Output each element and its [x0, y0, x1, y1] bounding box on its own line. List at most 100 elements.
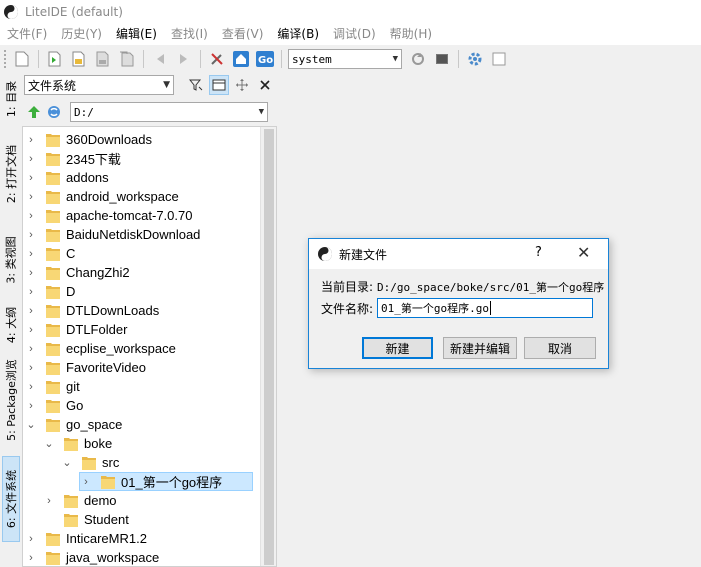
new-and-edit-button[interactable]: 新建并编辑: [443, 337, 517, 359]
open-file-icon[interactable]: [45, 49, 65, 69]
tree-row-label: android_workspace: [66, 189, 179, 204]
scrollbar-thumb[interactable]: [264, 129, 274, 565]
tree-row-label: 2345下载: [66, 152, 121, 167]
tree-scrollbar[interactable]: [260, 127, 276, 566]
save-icon[interactable]: [93, 49, 113, 69]
chevron-right-icon[interactable]: ›: [25, 134, 37, 146]
close-panel-icon[interactable]: [255, 75, 275, 95]
chevron-right-icon[interactable]: ›: [25, 267, 37, 279]
tree-row[interactable]: › demo: [43, 491, 117, 510]
new-file-icon[interactable]: [12, 49, 32, 69]
tree-row[interactable]: ⌄ go_space: [25, 415, 122, 434]
blank-checkbox-icon[interactable]: [489, 49, 509, 69]
tree-row[interactable]: › DTLFolder: [25, 320, 127, 339]
menu-item[interactable]: 查看(V): [215, 24, 271, 45]
sidebar-tab[interactable]: 3: 类视图: [2, 228, 20, 292]
chevron-right-icon[interactable]: ›: [25, 229, 37, 241]
chevron-right-icon[interactable]: ›: [25, 400, 37, 412]
settings-gear-icon[interactable]: [465, 49, 485, 69]
tree-row[interactable]: › 01_第一个go程序: [79, 472, 253, 491]
save-all-icon[interactable]: [117, 49, 137, 69]
folder-icon: [64, 493, 78, 508]
chevron-right-icon[interactable]: ›: [25, 248, 37, 260]
panel-header: 文件系统 ▼: [22, 72, 277, 98]
chevron-right-icon[interactable]: ›: [25, 286, 37, 298]
chevron-down-icon[interactable]: ⌄: [25, 418, 37, 431]
tree-row[interactable]: › D: [25, 282, 75, 301]
chevron-right-icon[interactable]: ›: [25, 153, 37, 165]
env-edit-icon[interactable]: [432, 49, 452, 69]
menu-item[interactable]: 文件(F): [0, 24, 54, 45]
tree-row[interactable]: Student: [43, 510, 129, 529]
help-button[interactable]: ?: [535, 245, 542, 260]
open-folder-icon[interactable]: [69, 49, 89, 69]
tools-icon[interactable]: [207, 49, 227, 69]
file-name-input[interactable]: 01_第一个go程序.go: [377, 298, 594, 318]
view-select-value: 文件系统: [28, 78, 77, 93]
tree-row[interactable]: › android_workspace: [25, 187, 179, 206]
up-arrow-icon[interactable]: [24, 102, 44, 122]
tree-row[interactable]: › 360Downloads: [25, 130, 152, 149]
chevron-right-icon[interactable]: ›: [25, 381, 37, 393]
filter-icon[interactable]: [186, 75, 206, 95]
tree-row[interactable]: › ecplise_workspace: [25, 339, 176, 358]
chevron-right-icon[interactable]: ›: [25, 552, 37, 564]
chevron-right-icon[interactable]: ›: [25, 533, 37, 545]
go-icon[interactable]: Go: [255, 49, 275, 69]
back-arrow-icon[interactable]: [150, 49, 170, 69]
environment-select[interactable]: system ▼: [288, 49, 402, 69]
sidebar-tab[interactable]: 2: 打开文档: [2, 126, 20, 222]
sidebar-tab[interactable]: 4: 大纲: [2, 300, 20, 350]
sidebar-tab[interactable]: 6: 文件系统: [2, 456, 20, 542]
tree-row[interactable]: › java_workspace: [25, 548, 159, 566]
tree-row[interactable]: › addons: [25, 168, 109, 187]
cancel-button[interactable]: 取消: [524, 337, 596, 359]
refresh-icon[interactable]: [408, 49, 428, 69]
menu-item[interactable]: 历史(Y): [54, 24, 109, 45]
chevron-right-icon[interactable]: ›: [25, 305, 37, 317]
menu-item[interactable]: 调试(D): [326, 24, 383, 45]
tree-row[interactable]: › DTLDownLoads: [25, 301, 159, 320]
chevron-down-icon[interactable]: ⌄: [61, 456, 73, 469]
tree-row[interactable]: ⌄ src: [61, 453, 119, 472]
tree-row[interactable]: › 2345下载: [25, 149, 121, 168]
tree-row[interactable]: › Go: [25, 396, 83, 415]
chevron-right-icon[interactable]: ›: [43, 495, 55, 507]
menu-item[interactable]: 帮助(H): [383, 24, 439, 45]
tree-row[interactable]: › InticareMR1.2: [25, 529, 147, 548]
chevron-right-icon[interactable]: ›: [25, 191, 37, 203]
tree-row[interactable]: › git: [25, 377, 80, 396]
split-view-icon[interactable]: [209, 75, 229, 95]
chevron-right-icon[interactable]: ›: [25, 172, 37, 184]
sidebar-tab[interactable]: 5: Package浏览: [2, 352, 20, 448]
chevron-right-icon[interactable]: ›: [25, 362, 37, 374]
tree-row[interactable]: › ChangZhi2: [25, 263, 130, 282]
sync-icon[interactable]: [44, 102, 64, 122]
tree-row[interactable]: › BaiduNetdiskDownload: [25, 225, 200, 244]
tree-row[interactable]: ⌄ boke: [43, 434, 112, 453]
folder-icon: [64, 512, 78, 527]
menu-item[interactable]: 查找(I): [164, 24, 215, 45]
path-input[interactable]: D:/ ▼: [70, 102, 268, 122]
tree-row-label: demo: [84, 493, 117, 508]
forward-arrow-icon[interactable]: [174, 49, 194, 69]
toolbar-grip[interactable]: [4, 50, 7, 68]
new-button[interactable]: 新建: [362, 337, 433, 359]
toolbar-separator: [143, 50, 144, 68]
menu-item[interactable]: 编辑(E): [109, 24, 164, 45]
tree-row[interactable]: › C: [25, 244, 75, 263]
chevron-right-icon[interactable]: ›: [25, 324, 37, 336]
sidebar-tab[interactable]: 1: 目录: [2, 76, 20, 122]
menu-item[interactable]: 编译(B): [270, 24, 326, 45]
dock-move-icon[interactable]: [232, 75, 252, 95]
chevron-right-icon[interactable]: ›: [80, 476, 92, 488]
chevron-right-icon[interactable]: ›: [25, 210, 37, 222]
file-tree[interactable]: › 360Downloads › 2345下载 › addons › android_work…: [22, 126, 277, 567]
view-select[interactable]: 文件系统 ▼: [24, 75, 174, 95]
close-icon[interactable]: ✕: [577, 243, 590, 262]
chevron-right-icon[interactable]: ›: [25, 343, 37, 355]
tree-row[interactable]: › FavoriteVideo: [25, 358, 146, 377]
home-icon[interactable]: [231, 49, 251, 69]
chevron-down-icon[interactable]: ⌄: [43, 437, 55, 450]
tree-row[interactable]: › apache-tomcat-7.0.70: [25, 206, 192, 225]
